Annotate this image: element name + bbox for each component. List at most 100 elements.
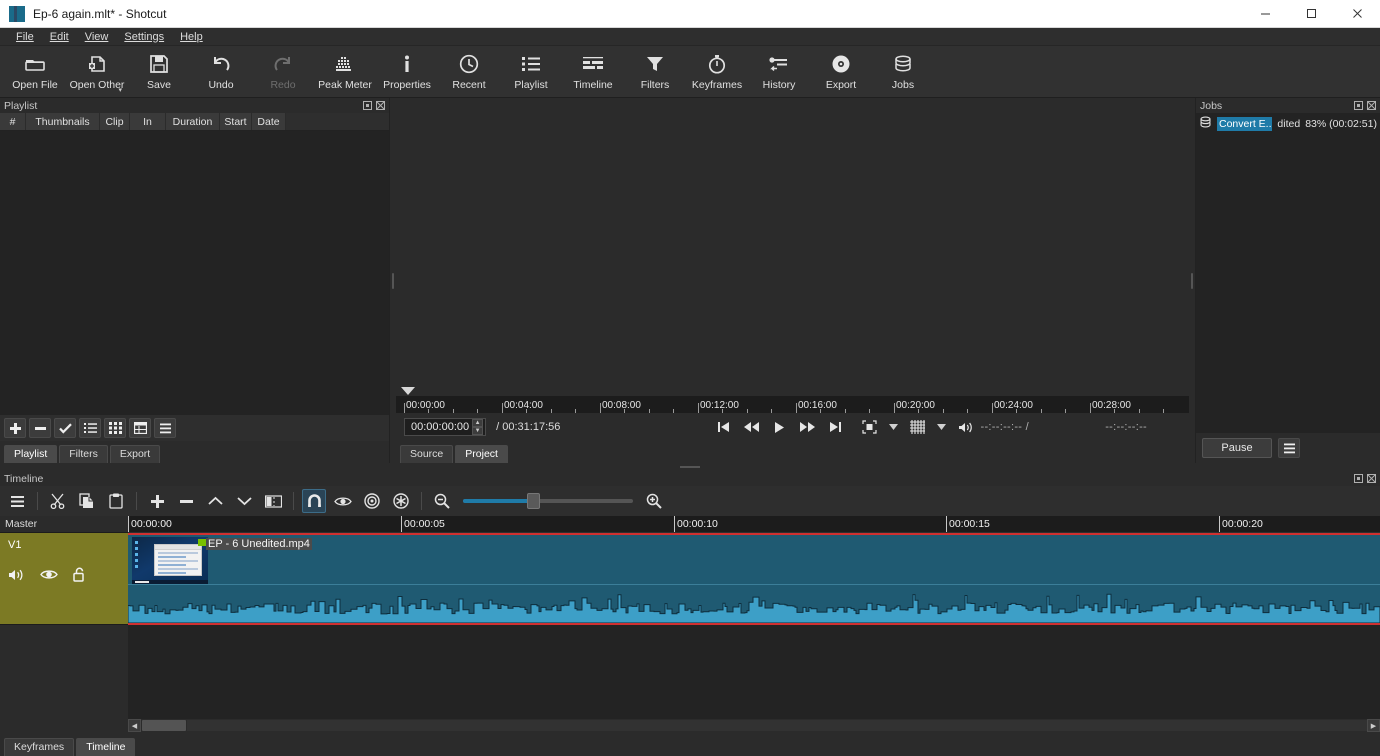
toggle-grid-button[interactable] [909, 418, 927, 436]
playlist-column-duration[interactable]: Duration [166, 113, 220, 130]
fast-forward-button[interactable] [799, 418, 817, 436]
close-button[interactable] [1334, 0, 1380, 28]
jobs-pause-button[interactable]: Pause [1202, 438, 1272, 458]
lift-button[interactable] [203, 489, 227, 513]
toolbar-history[interactable]: History [748, 49, 810, 97]
playlist-column-in[interactable]: In [130, 113, 166, 130]
timecode-step-up-icon[interactable]: ▲ [472, 419, 484, 427]
timeline-ruler[interactable]: 00:00:00 00:00:05 00:00:10 00:00:15 00:0… [128, 516, 1380, 533]
skip-to-next-point-button[interactable] [827, 418, 845, 436]
minimize-button[interactable] [1242, 0, 1288, 28]
tab-playlist[interactable]: Playlist [4, 445, 58, 463]
player-playhead-icon[interactable] [401, 387, 415, 395]
toolbar-open-file[interactable]: Open File [4, 49, 66, 97]
ripple-delete-button[interactable] [174, 489, 198, 513]
scrollbar-thumb[interactable] [142, 720, 186, 731]
toolbar-keyframes[interactable]: Keyframes [686, 49, 748, 97]
horizontal-splitter[interactable] [0, 463, 1380, 471]
grid-menu-button[interactable] [937, 418, 947, 436]
timecode-stepper[interactable]: ▲ ▼ [472, 419, 484, 435]
playlist-close-icon[interactable] [374, 99, 387, 112]
playlist-items-list[interactable] [0, 131, 389, 415]
append-button[interactable] [145, 489, 169, 513]
playlist-column-thumbnails[interactable]: Thumbnails [26, 113, 100, 130]
scrub-while-dragging-button[interactable] [331, 489, 355, 513]
toolbar-recent[interactable]: Recent [438, 49, 500, 97]
playlist-column-start[interactable]: Start [220, 113, 252, 130]
menu-file[interactable]: File [8, 30, 42, 44]
toggle-zoom-button[interactable] [861, 418, 879, 436]
playlist-column-number[interactable]: # [0, 113, 26, 130]
menu-edit[interactable]: Edit [42, 30, 77, 44]
track-hide-icon[interactable] [40, 568, 58, 584]
ripple-all-tracks-button[interactable] [389, 489, 413, 513]
playlist-column-clip[interactable]: Clip [100, 113, 130, 130]
toolbar-undo[interactable]: Undo [190, 49, 252, 97]
jobs-float-icon[interactable] [1352, 99, 1365, 112]
overwrite-button[interactable] [232, 489, 256, 513]
toolbar-filters[interactable]: Filters [624, 49, 686, 97]
track-lock-icon[interactable] [73, 567, 88, 585]
timeline-horizontal-scrollbar[interactable]: ◀ ▶ [128, 719, 1380, 732]
timeline-close-icon[interactable] [1365, 472, 1378, 485]
ripple-button[interactable] [360, 489, 384, 513]
remove-from-playlist-button[interactable] [29, 418, 51, 438]
play-button[interactable] [771, 418, 789, 436]
zoom-timeline-in-button[interactable] [642, 489, 666, 513]
timeline-empty-area[interactable] [128, 625, 1380, 719]
toggle-snapping-button[interactable] [302, 489, 326, 513]
zoom-menu-button[interactable] [889, 418, 899, 436]
playlist-column-date[interactable]: Date [252, 113, 286, 130]
cut-button[interactable] [46, 489, 70, 513]
track-head-v1[interactable]: V1 [0, 533, 128, 625]
zoom-slider-handle[interactable] [527, 493, 541, 509]
tab-keyframes[interactable]: Keyframes [4, 738, 75, 756]
toolbar-timeline[interactable]: Timeline [562, 49, 624, 97]
tab-export[interactable]: Export [109, 445, 161, 463]
timecode-step-down-icon[interactable]: ▼ [472, 427, 484, 435]
scroll-right-arrow-icon[interactable]: ▶ [1367, 719, 1380, 732]
view-as-details-button[interactable] [129, 418, 151, 438]
tab-project[interactable]: Project [455, 445, 508, 463]
current-timecode-field[interactable]: 00:00:00:00 ▲ ▼ [404, 418, 487, 436]
view-as-tiles-button[interactable] [104, 418, 126, 438]
playlist-float-icon[interactable] [361, 99, 374, 112]
timeline-clip[interactable]: EP - 6 Unedited.mp4 [128, 533, 1380, 625]
volume-button[interactable] [957, 418, 975, 436]
toolbar-properties[interactable]: Properties [376, 49, 438, 97]
skip-to-start-button[interactable] [715, 418, 733, 436]
jobs-close-icon[interactable] [1365, 99, 1378, 112]
timeline-float-icon[interactable] [1352, 472, 1365, 485]
toolbar-save[interactable]: Save [128, 49, 190, 97]
split-button[interactable] [261, 489, 285, 513]
video-preview[interactable] [396, 98, 1189, 387]
menu-settings[interactable]: Settings [116, 30, 172, 44]
zoom-timeline-out-button[interactable] [430, 489, 454, 513]
master-track-head[interactable]: Master [0, 516, 128, 533]
job-item[interactable]: Convert E... dited 83% (00:02:51) [1196, 115, 1380, 133]
paste-button[interactable] [104, 489, 128, 513]
copy-button[interactable] [75, 489, 99, 513]
timeline-track-row-v1[interactable]: EP - 6 Unedited.mp4 [128, 533, 1380, 625]
toolbar-peak-meter[interactable]: Peak Meter [314, 49, 376, 97]
menu-help[interactable]: Help [172, 30, 211, 44]
timeline-zoom-slider[interactable] [463, 492, 633, 510]
tab-source[interactable]: Source [400, 445, 454, 463]
player-scrub-bar[interactable]: 00:00:00 00:04:00 00:08:00 00:12:00 00:1… [396, 387, 1189, 413]
toolbar-redo[interactable]: Redo [252, 49, 314, 97]
scrollbar-track[interactable] [187, 720, 1367, 731]
toolbar-export[interactable]: Export [810, 49, 872, 97]
view-as-list-button[interactable] [79, 418, 101, 438]
playlist-menu-button[interactable] [154, 418, 176, 438]
tab-filters[interactable]: Filters [59, 445, 108, 463]
toolbar-jobs[interactable]: Jobs [872, 49, 934, 97]
tab-timeline[interactable]: Timeline [76, 738, 136, 756]
player-ruler[interactable]: 00:00:00 00:04:00 00:08:00 00:12:00 00:1… [396, 396, 1189, 413]
toolbar-playlist[interactable]: Playlist [500, 49, 562, 97]
track-mute-icon[interactable] [8, 568, 25, 585]
timeline-menu-button[interactable] [5, 489, 29, 513]
add-to-playlist-button[interactable] [4, 418, 26, 438]
jobs-menu-button[interactable] [1278, 438, 1300, 458]
maximize-button[interactable] [1288, 0, 1334, 28]
jobs-list[interactable]: Convert E... dited 83% (00:02:51) [1196, 113, 1380, 433]
